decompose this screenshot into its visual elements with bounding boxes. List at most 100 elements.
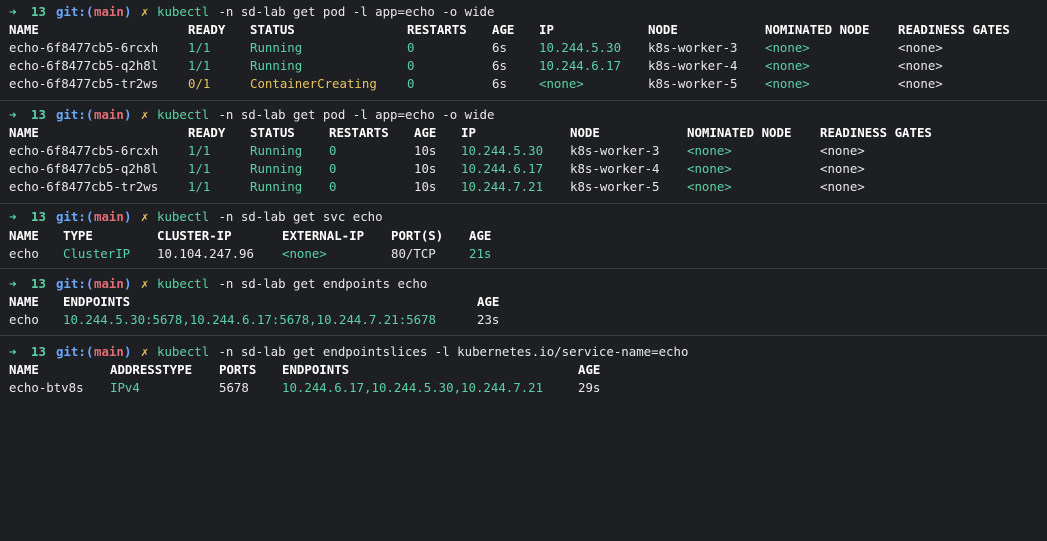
cell-age: 23s <box>477 312 500 327</box>
col-restarts: RESTARTS <box>407 22 467 37</box>
prompt-branch-close: ) <box>124 107 132 122</box>
cell-ports: 5678 <box>219 380 249 395</box>
command-keyword: kubectl <box>157 4 210 19</box>
cell-name: echo-btv8s <box>9 380 84 395</box>
cell-name: echo <box>9 312 39 327</box>
cell-status: Running <box>250 161 303 176</box>
cell-ip: <none> <box>539 76 584 91</box>
cell-ready: 1/1 <box>188 58 211 73</box>
table-row: echo ClusterIP 10.104.247.96 <none> 80/T… <box>9 245 491 263</box>
table-header: NAME READY STATUS RESTARTS AGE IP NODE N… <box>9 21 1010 39</box>
cell-restarts: 0 <box>407 58 415 73</box>
cell-ready: 1/1 <box>188 161 211 176</box>
prompt-dirty-icon: ✗ <box>141 276 149 291</box>
col-ready: READY <box>188 125 226 140</box>
prompt-branch: main <box>94 344 124 359</box>
prompt-arrow-icon: ➜ <box>9 4 17 19</box>
cell-status: Running <box>250 40 303 55</box>
cell-name: echo <box>9 246 39 261</box>
table-row: echo-6f8477cb5-6rcxh 1/1 Running 0 6s 10… <box>9 39 943 57</box>
prompt-dirty-icon: ✗ <box>141 344 149 359</box>
cell-name: echo-6f8477cb5-6rcxh <box>9 143 159 158</box>
command-args: -n sd-lab get endpointslices -l kubernet… <box>211 344 689 359</box>
prompt-branch: main <box>94 209 124 224</box>
cell-restarts: 0 <box>329 179 337 194</box>
cell-name: echo-6f8477cb5-6rcxh <box>9 40 159 55</box>
cell-node: k8s-worker-3 <box>648 40 738 55</box>
cell-nominated-node: <none> <box>687 143 732 158</box>
cell-ready: 1/1 <box>188 179 211 194</box>
output-separator <box>0 100 1047 101</box>
command-keyword: kubectl <box>157 209 210 224</box>
cell-nominated-node: <none> <box>765 76 810 91</box>
prompt-git-label: git: <box>56 4 86 19</box>
cell-age: 6s <box>492 58 507 73</box>
command-args: -n sd-lab get pod -l app=echo -o wide <box>211 107 495 122</box>
col-status: STATUS <box>250 22 295 37</box>
prompt-branch: main <box>94 107 124 122</box>
cell-cluster-ip: 10.104.247.96 <box>157 246 254 261</box>
prompt-line: ➜ 13 git: ( main ) ✗ kubectl -n sd-lab g… <box>9 275 427 293</box>
prompt-git-label: git: <box>56 276 86 291</box>
cell-name: echo-6f8477cb5-q2h8l <box>9 58 159 73</box>
prompt-branch-open: ( <box>86 344 94 359</box>
col-age: AGE <box>414 125 437 140</box>
col-ip: IP <box>539 22 554 37</box>
col-age: AGE <box>469 228 492 243</box>
table-header: NAME ENDPOINTS AGE <box>9 293 499 311</box>
command-args: -n sd-lab get endpoints echo <box>211 276 428 291</box>
prompt-branch-open: ( <box>86 4 94 19</box>
cell-node: k8s-worker-5 <box>570 179 660 194</box>
col-nominated-node: NOMINATED NODE <box>765 22 870 37</box>
col-name: NAME <box>9 22 39 37</box>
cell-age: 10s <box>414 179 437 194</box>
col-readiness-gates: READINESS GATES <box>820 125 932 140</box>
col-age: AGE <box>492 22 515 37</box>
col-addresstype: ADDRESSTYPE <box>110 362 193 377</box>
table-row: echo-6f8477cb5-q2h8l 1/1 Running 0 6s 10… <box>9 57 943 75</box>
col-name: NAME <box>9 362 39 377</box>
col-status: STATUS <box>250 125 295 140</box>
terminal-window[interactable]: ➜ 13 git: ( main ) ✗ kubectl -n sd-lab g… <box>0 0 1047 400</box>
cell-ip: 10.244.5.30 <box>461 143 544 158</box>
table-row: echo-6f8477cb5-q2h8l 1/1 Running 0 10s 1… <box>9 160 865 178</box>
table-row: echo 10.244.5.30:5678,10.244.6.17:5678,1… <box>9 311 499 329</box>
cell-readiness-gates: <none> <box>820 161 865 176</box>
col-ports: PORTS <box>219 362 257 377</box>
cell-status: Running <box>250 143 303 158</box>
cell-nominated-node: <none> <box>687 179 732 194</box>
cell-ip: 10.244.5.30 <box>539 40 622 55</box>
output-separator <box>0 268 1047 269</box>
cell-ports: 80/TCP <box>391 246 436 261</box>
col-endpoints: ENDPOINTS <box>282 362 350 377</box>
col-ready: READY <box>188 22 226 37</box>
cell-nominated-node: <none> <box>765 58 810 73</box>
cell-endpoints: 10.244.5.30:5678,10.244.6.17:5678,10.244… <box>63 312 436 327</box>
cell-age: 10s <box>414 143 437 158</box>
col-age: AGE <box>578 362 601 377</box>
prompt-git-label: git: <box>56 344 86 359</box>
cell-readiness-gates: <none> <box>898 76 943 91</box>
cell-restarts: 0 <box>407 76 415 91</box>
cell-node: k8s-worker-4 <box>570 161 660 176</box>
col-age: AGE <box>477 294 500 309</box>
table-row: echo-6f8477cb5-tr2ws 0/1 ContainerCreati… <box>9 75 943 93</box>
col-nominated-node: NOMINATED NODE <box>687 125 792 140</box>
prompt-branch-close: ) <box>124 209 132 224</box>
col-restarts: RESTARTS <box>329 125 389 140</box>
cell-endpoints: 10.244.6.17,10.244.5.30,10.244.7.21 <box>282 380 544 395</box>
cell-age: 6s <box>492 76 507 91</box>
col-name: NAME <box>9 294 39 309</box>
col-name: NAME <box>9 228 39 243</box>
command-keyword: kubectl <box>157 107 210 122</box>
prompt-branch-close: ) <box>124 344 132 359</box>
cell-ready: 1/1 <box>188 40 211 55</box>
table-header: NAME READY STATUS RESTARTS AGE IP NODE N… <box>9 124 932 142</box>
prompt-branch-close: ) <box>124 4 132 19</box>
col-ip: IP <box>461 125 476 140</box>
cell-status: ContainerCreating <box>250 76 377 91</box>
cell-ip: 10.244.6.17 <box>539 58 622 73</box>
cell-status: Running <box>250 179 303 194</box>
prompt-line: ➜ 13 git: ( main ) ✗ kubectl -n sd-lab g… <box>9 106 494 124</box>
prompt-branch-open: ( <box>86 209 94 224</box>
